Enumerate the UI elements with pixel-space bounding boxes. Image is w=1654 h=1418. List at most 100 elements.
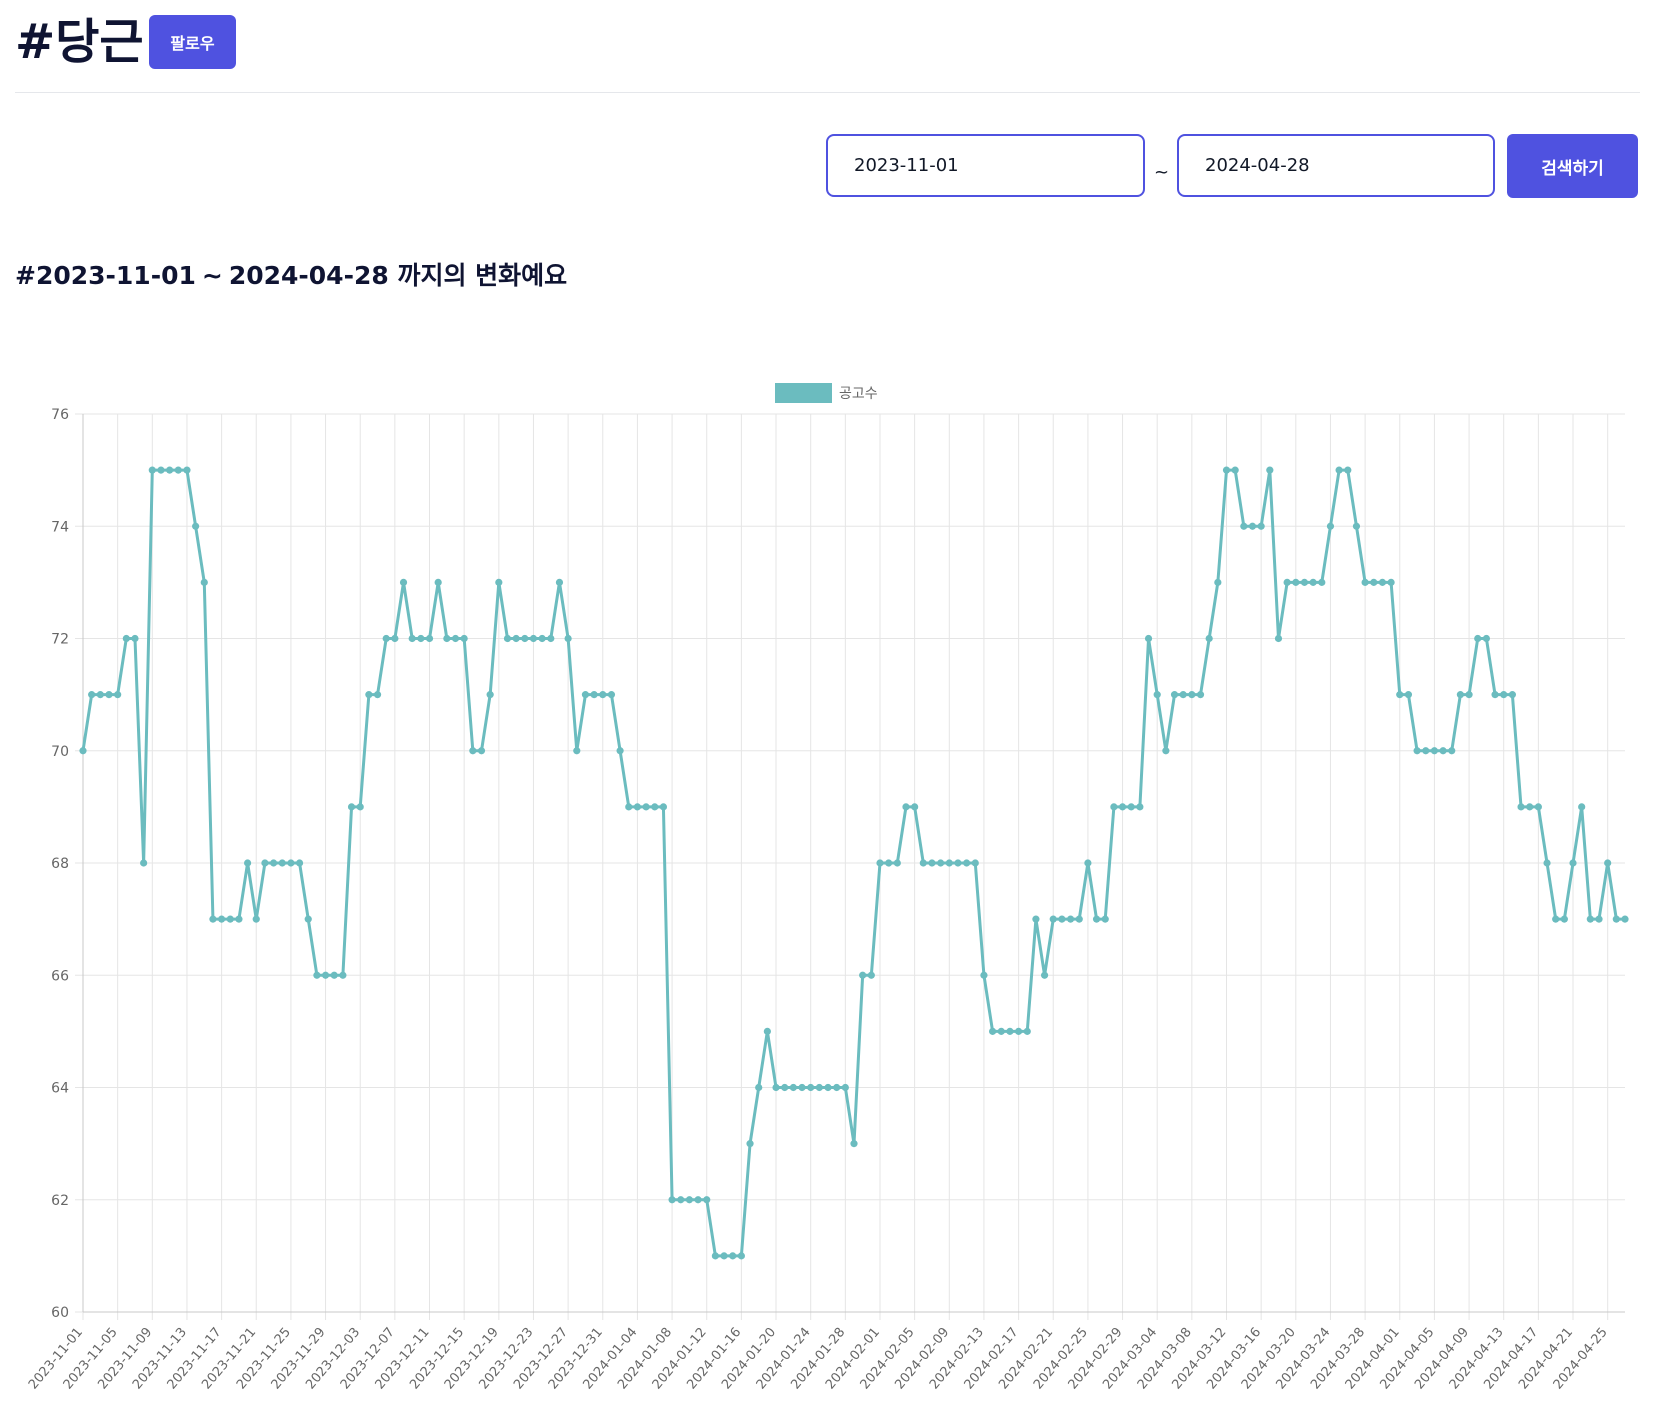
data-point[interactable] <box>1110 803 1118 811</box>
data-point[interactable] <box>625 803 633 811</box>
data-point[interactable] <box>1370 578 1378 586</box>
data-point[interactable] <box>1040 971 1049 979</box>
data-point[interactable] <box>443 634 451 643</box>
data-point[interactable] <box>867 971 875 979</box>
data-point[interactable] <box>945 859 953 867</box>
data-point[interactable] <box>261 859 269 867</box>
data-point[interactable] <box>746 1140 754 1148</box>
data-point[interactable] <box>1205 634 1213 643</box>
data-point[interactable] <box>841 1083 849 1092</box>
data-point[interactable] <box>685 1196 694 1204</box>
data-point[interactable] <box>1240 522 1248 530</box>
data-point[interactable] <box>971 859 979 867</box>
data-point[interactable] <box>547 634 555 643</box>
data-point[interactable] <box>1552 915 1560 923</box>
data-point[interactable] <box>96 691 104 699</box>
data-point[interactable] <box>876 859 884 867</box>
data-point[interactable] <box>477 747 486 755</box>
data-point[interactable] <box>1621 915 1629 923</box>
data-point[interactable] <box>1474 634 1482 643</box>
data-point[interactable] <box>1248 522 1257 530</box>
data-point[interactable] <box>391 634 399 643</box>
data-point[interactable] <box>1318 578 1326 586</box>
data-point[interactable] <box>235 915 243 923</box>
data-point[interactable] <box>555 578 564 586</box>
data-point[interactable] <box>321 971 330 979</box>
data-point[interactable] <box>798 1083 806 1092</box>
data-point[interactable] <box>122 634 130 643</box>
data-point[interactable] <box>1014 1027 1023 1035</box>
data-point[interactable] <box>469 747 477 755</box>
data-point[interactable] <box>1335 466 1343 474</box>
data-point[interactable] <box>88 691 96 699</box>
data-point[interactable] <box>1196 691 1205 699</box>
data-point[interactable] <box>642 803 650 811</box>
data-point[interactable] <box>1491 691 1499 699</box>
data-point[interactable] <box>1162 747 1170 755</box>
data-point[interactable] <box>287 859 295 867</box>
data-point[interactable] <box>1101 915 1109 923</box>
data-point[interactable] <box>1500 691 1508 699</box>
follow-button[interactable]: 팔로우 <box>149 15 236 69</box>
data-point[interactable] <box>1170 691 1179 699</box>
data-point[interactable] <box>737 1252 745 1260</box>
data-point[interactable] <box>295 859 304 867</box>
data-point[interactable] <box>997 1027 1005 1035</box>
data-point[interactable] <box>1396 691 1404 699</box>
data-point[interactable] <box>1144 634 1153 643</box>
data-point[interactable] <box>226 915 234 923</box>
data-point[interactable] <box>1439 747 1447 755</box>
data-point[interactable] <box>911 803 919 811</box>
data-point[interactable] <box>252 915 260 923</box>
data-point[interactable] <box>763 1027 771 1035</box>
data-point[interactable] <box>1578 803 1586 811</box>
data-point[interactable] <box>356 803 364 811</box>
data-point[interactable] <box>1266 466 1274 474</box>
data-point[interactable] <box>1032 915 1040 923</box>
data-point[interactable] <box>347 803 356 811</box>
data-point[interactable] <box>833 1083 841 1092</box>
data-point[interactable] <box>1283 578 1291 586</box>
data-point[interactable] <box>581 691 590 699</box>
data-point[interactable] <box>200 578 208 586</box>
data-point[interactable] <box>79 747 87 755</box>
end-date-input[interactable] <box>1177 134 1495 197</box>
data-point[interactable] <box>425 634 434 643</box>
data-point[interactable] <box>1430 747 1439 755</box>
data-point[interactable] <box>278 859 286 867</box>
data-point[interactable] <box>807 1083 815 1092</box>
data-point[interactable] <box>703 1196 711 1204</box>
data-point[interactable] <box>824 1083 832 1092</box>
data-point[interactable] <box>815 1083 823 1092</box>
data-point[interactable] <box>399 578 408 586</box>
data-point[interactable] <box>755 1083 763 1092</box>
data-point[interactable] <box>1049 915 1057 923</box>
data-point[interactable] <box>105 691 113 699</box>
data-point[interactable] <box>963 859 971 867</box>
data-point[interactable] <box>633 803 642 811</box>
data-point[interactable] <box>1118 803 1127 811</box>
data-point[interactable] <box>980 971 988 979</box>
data-point[interactable] <box>330 971 338 979</box>
data-point[interactable] <box>1179 691 1187 699</box>
data-point[interactable] <box>1136 803 1144 811</box>
data-point[interactable] <box>659 803 668 811</box>
data-point[interactable] <box>131 634 139 643</box>
data-point[interactable] <box>1222 466 1231 474</box>
data-point[interactable] <box>304 915 312 923</box>
data-point[interactable] <box>1378 578 1387 586</box>
data-point[interactable] <box>218 915 226 923</box>
data-point[interactable] <box>893 859 901 867</box>
data-point[interactable] <box>668 1196 676 1204</box>
data-point[interactable] <box>495 578 503 586</box>
data-point[interactable] <box>902 803 910 811</box>
data-point[interactable] <box>720 1252 728 1260</box>
data-point[interactable] <box>1404 691 1413 699</box>
data-point[interactable] <box>928 859 936 867</box>
data-point[interactable] <box>677 1196 685 1204</box>
data-point[interactable] <box>651 803 659 811</box>
data-point[interactable] <box>1526 803 1534 811</box>
data-point[interactable] <box>989 1027 997 1035</box>
data-point[interactable] <box>451 634 460 643</box>
data-point[interactable] <box>1413 747 1421 755</box>
